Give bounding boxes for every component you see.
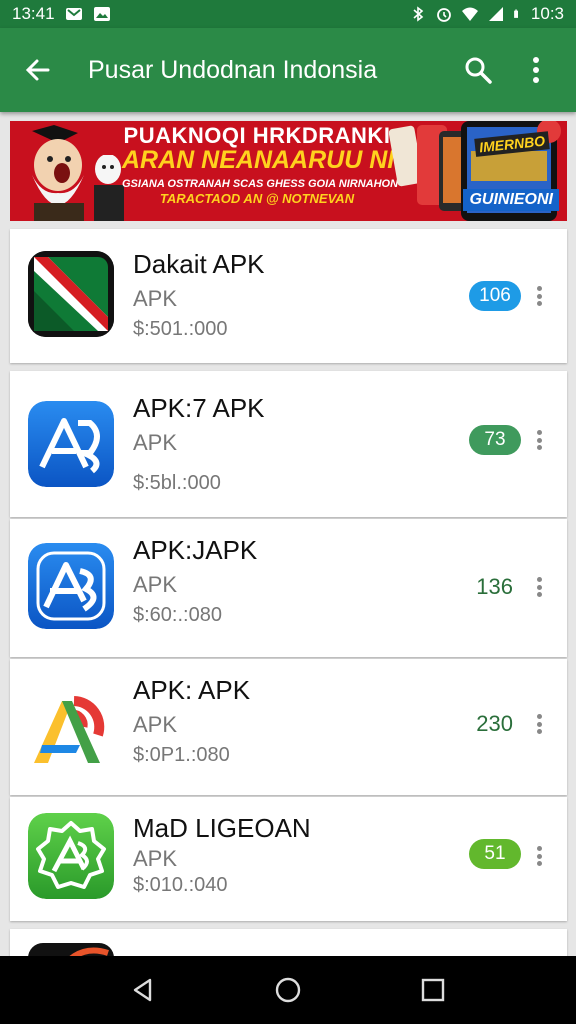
battery-icon <box>514 9 518 18</box>
status-bar: 13:41 10:3 <box>0 0 576 28</box>
mascot-illustration <box>32 125 124 221</box>
list-item[interactable]: APK:7 APK APK $:5bl.:000 73 <box>10 371 567 517</box>
count-badge: 136 <box>476 574 513 599</box>
app-type: APK <box>133 846 178 871</box>
overflow-menu-button[interactable] <box>518 52 554 88</box>
square-recents-icon <box>422 978 445 1002</box>
app-toolbar: Pusar Undodnan Indonsia <box>0 28 576 112</box>
app-price: $:0P1.:080 <box>133 744 230 766</box>
banner-subheadline: ARAN NEANAARUU NIOS! <box>122 146 439 174</box>
app-price: $:501.:000 <box>133 318 228 340</box>
app-name: MaD LIGEOAN <box>133 813 311 843</box>
app-type: APK <box>133 430 178 455</box>
arrow-left-icon <box>25 59 50 81</box>
page-title: Pusar Undodnan Indonsia <box>88 55 378 84</box>
item-more-button[interactable] <box>531 574 547 600</box>
app-name: APK:JAPK <box>133 535 258 565</box>
count-badge: 106 <box>469 281 521 311</box>
triangle-back-icon <box>133 978 151 1002</box>
list-item[interactable]: APK:JAPK APK $:60:.:080 136 <box>10 519 567 657</box>
wifi-icon <box>461 7 478 21</box>
banner-phone-label: GUINIEONI <box>463 189 559 211</box>
battery-level: 10:3 <box>530 4 564 23</box>
item-more-button[interactable] <box>531 843 547 869</box>
list-item[interactable]: MaD LIGEOAN APK $:010.:040 51 <box>10 797 567 921</box>
app-name: APK: APK <box>133 675 251 705</box>
app-type: APK <box>133 286 178 311</box>
app-name: Dakait APK <box>133 249 265 279</box>
banner-tagline: TARACTAOD AN @ NOTNEVAN <box>159 191 355 206</box>
green-badge-a-icon <box>28 813 114 899</box>
app-store-a-icon <box>28 401 114 487</box>
promo-banner[interactable]: PUAKNOQI HRKDRANKI ARAN NEANAARUU NIOS! … <box>10 121 567 221</box>
list-item[interactable]: APK: APK APK $:0P1.:080 230 <box>10 659 567 795</box>
bluetooth-icon <box>413 6 424 22</box>
app-price: $:60:.:080 <box>133 604 222 626</box>
count-badge: 230 <box>476 711 513 736</box>
app-name: APK:7 APK <box>133 393 265 423</box>
back-button[interactable] <box>18 50 58 90</box>
banner-text: GSIANA OSTRANAH SCAS GHESS GOIA NIRNAHON <box>122 178 399 190</box>
nav-back-button[interactable] <box>123 970 163 1010</box>
more-vert-icon <box>533 57 539 83</box>
item-more-button[interactable] <box>531 427 547 453</box>
app-price: $:5bl.:000 <box>133 472 221 494</box>
item-more-button[interactable] <box>531 283 547 309</box>
gmail-icon <box>65 8 82 20</box>
app-type: APK <box>133 572 178 597</box>
count-badge: 51 <box>469 839 521 869</box>
app-type: APK <box>133 712 178 737</box>
system-nav-bar <box>0 956 576 1024</box>
alarm-icon <box>437 8 451 22</box>
app-store-a-icon <box>28 543 114 629</box>
photo-icon <box>93 7 110 21</box>
nav-home-button[interactable] <box>268 970 308 1010</box>
banner-headline: PUAKNOQI HRKDRANKI <box>123 123 391 148</box>
colorful-a-icon <box>28 683 114 769</box>
signal-icon <box>488 7 503 21</box>
item-more-button[interactable] <box>531 711 547 737</box>
search-icon <box>465 57 492 84</box>
status-time: 13:41 <box>12 4 55 23</box>
home-circle-icon <box>275 977 301 1003</box>
flag-icon <box>28 251 114 337</box>
list-item[interactable]: Dakait APK APK $:501.:000 106 <box>10 229 567 363</box>
search-button[interactable] <box>460 52 496 88</box>
count-badge: 73 <box>469 425 521 455</box>
app-price: $:010.:040 <box>133 874 228 896</box>
nav-recents-button[interactable] <box>413 970 453 1010</box>
